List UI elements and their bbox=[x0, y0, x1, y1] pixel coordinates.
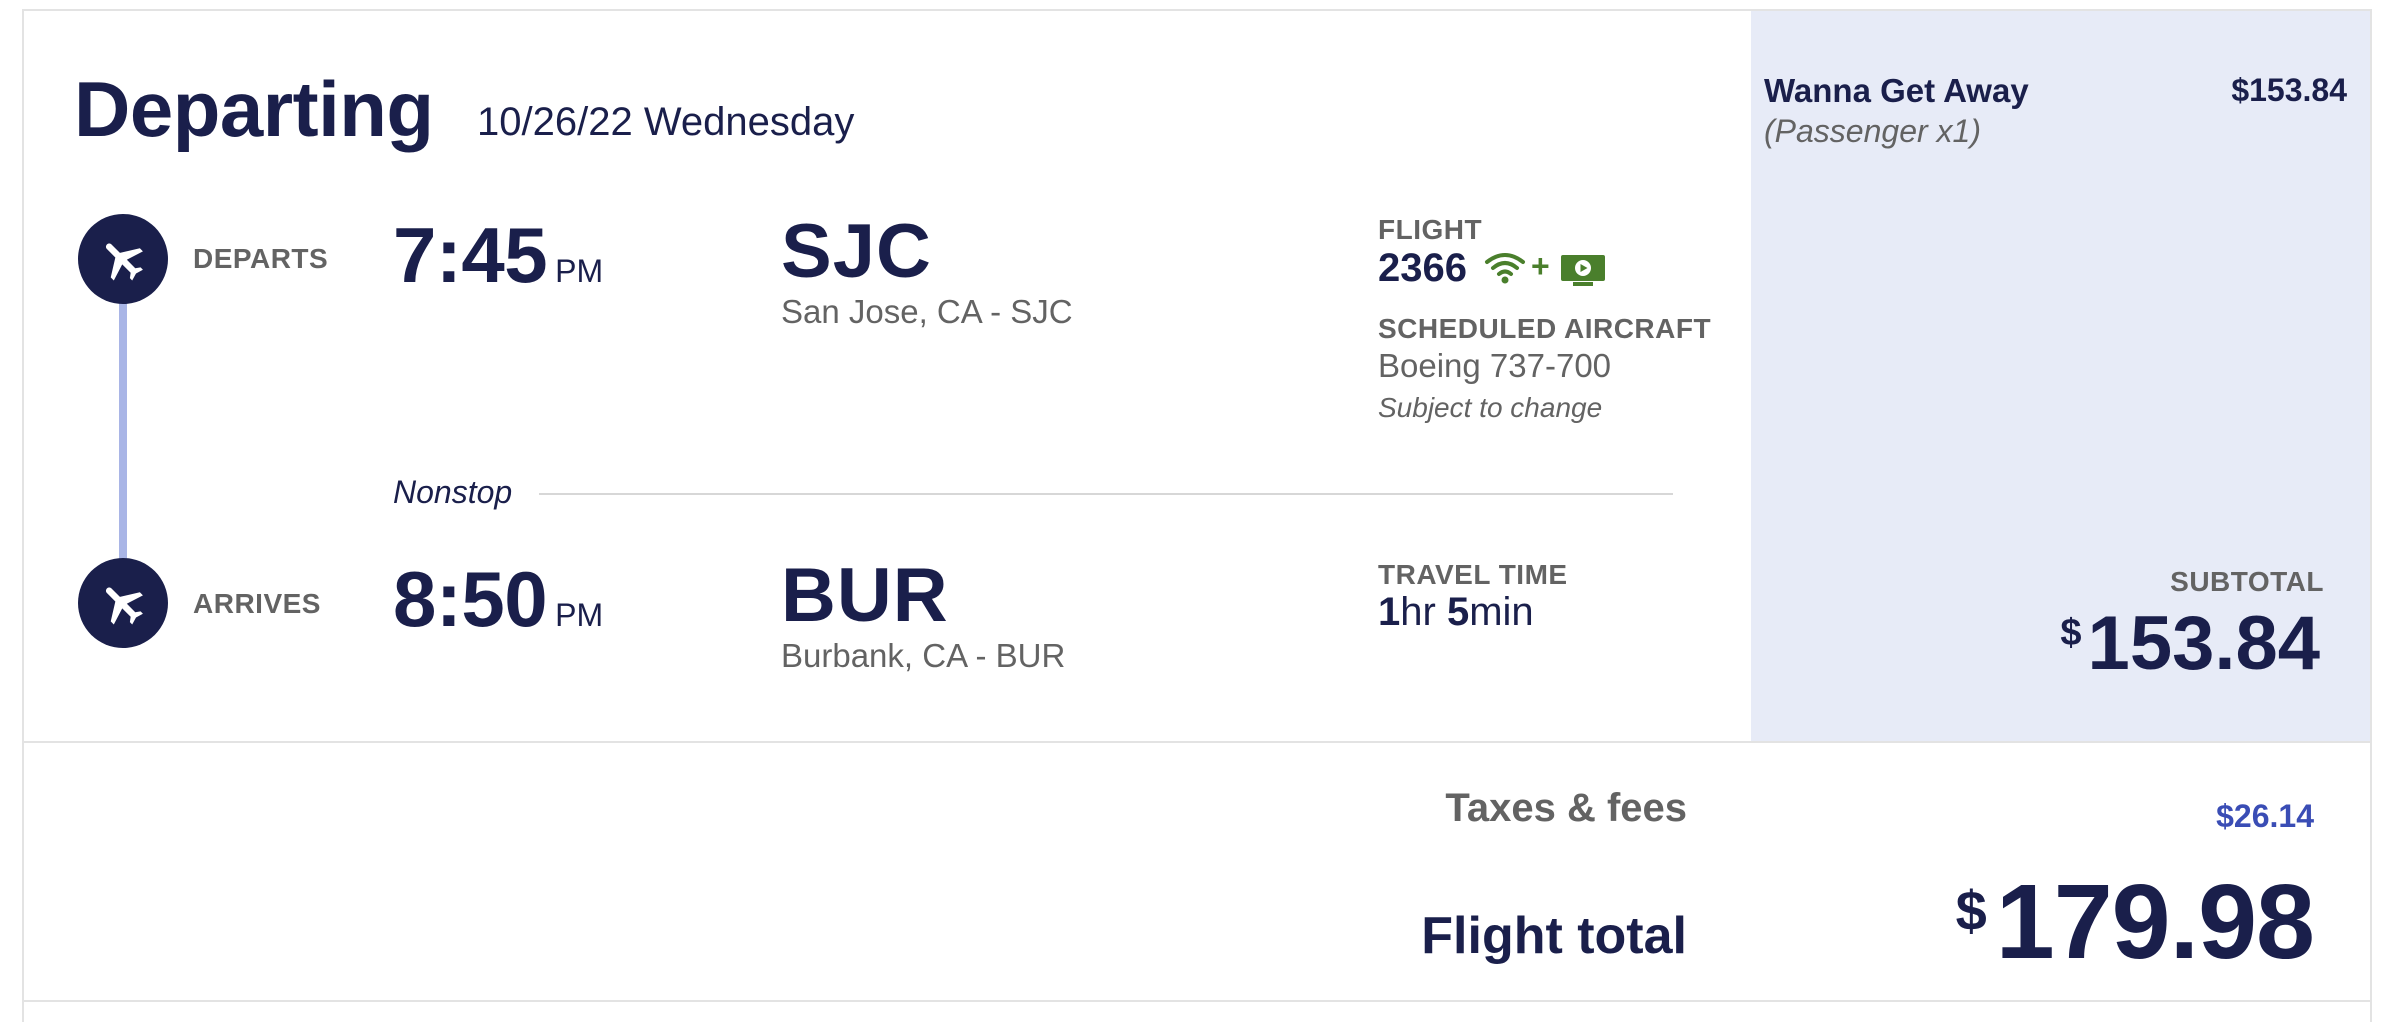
travel-hours: 1 bbox=[1378, 590, 1401, 634]
plane-icon bbox=[105, 243, 143, 281]
arrival-ampm: PM bbox=[555, 597, 604, 633]
arrival-time: 8:50 PM bbox=[393, 554, 603, 645]
travel-hours-unit: hr bbox=[1400, 590, 1436, 634]
departure-city: San Jose, CA - SJC bbox=[781, 293, 1073, 330]
fare-passengers: (Passenger x1) bbox=[1764, 113, 1981, 149]
flight-total-amount: $ 179.98 bbox=[1955, 862, 2315, 983]
flight-total-label: Flight total bbox=[1421, 907, 1687, 965]
arrival-airport-code: BUR bbox=[781, 553, 949, 638]
subtotal-currency: $ bbox=[2060, 612, 2082, 654]
total-value: 179.98 bbox=[1995, 863, 2315, 981]
departs-label: DEPARTS bbox=[193, 243, 329, 274]
card-left-border bbox=[22, 9, 24, 1022]
subtotal-amount: $ 153.84 bbox=[2060, 600, 2320, 687]
tv-icon bbox=[1561, 255, 1605, 286]
plane-icon bbox=[105, 587, 143, 625]
page-title: Departing bbox=[74, 65, 434, 153]
flight-date: 10/26/22 Wednesday bbox=[477, 100, 855, 144]
section-divider bbox=[22, 741, 2372, 743]
flight-number[interactable]: 2366 bbox=[1378, 246, 1467, 291]
arrival-time-value: 8:50 bbox=[393, 555, 548, 643]
taxes-label: Taxes & fees bbox=[1445, 786, 1687, 830]
amenity-plus: + bbox=[1531, 248, 1550, 284]
subtotal-value: 153.84 bbox=[2087, 601, 2320, 686]
aircraft-name: Boeing 737-700 bbox=[1378, 347, 1612, 384]
departure-ampm: PM bbox=[555, 253, 604, 289]
fare-price: $153.84 bbox=[2231, 72, 2347, 108]
departure-plane-icon bbox=[78, 214, 168, 304]
card-right-border bbox=[2370, 9, 2372, 1022]
travel-minutes-unit: min bbox=[1469, 590, 1534, 634]
departure-time-value: 7:45 bbox=[393, 211, 548, 299]
travel-time-value: 1hr 5min bbox=[1378, 590, 1534, 635]
timeline-connector bbox=[119, 280, 127, 580]
arrival-plane-icon bbox=[78, 558, 168, 648]
bottom-divider bbox=[22, 1000, 2372, 1002]
departure-time: 7:45 PM bbox=[393, 210, 603, 301]
departure-airport-code: SJC bbox=[781, 209, 932, 294]
nonstop-divider bbox=[539, 493, 1673, 495]
travel-minutes: 5 bbox=[1446, 590, 1470, 634]
wifi-icon bbox=[1485, 253, 1525, 284]
taxes-value[interactable]: $26.14 bbox=[2216, 798, 2314, 835]
scheduled-aircraft-label: SCHEDULED AIRCRAFT bbox=[1378, 313, 1712, 344]
travel-time-label: TRAVEL TIME bbox=[1378, 559, 1568, 590]
arrival-city: Burbank, CA - BUR bbox=[781, 637, 1066, 674]
fare-name: Wanna Get Away bbox=[1764, 72, 2029, 109]
aircraft-note: Subject to change bbox=[1378, 392, 1603, 423]
arrives-label: ARRIVES bbox=[193, 588, 321, 619]
stops-label: Nonstop bbox=[393, 474, 513, 510]
total-currency: $ bbox=[1955, 879, 1987, 942]
subtotal-label: SUBTOTAL bbox=[2170, 566, 2324, 597]
flight-label: FLIGHT bbox=[1378, 214, 1483, 245]
